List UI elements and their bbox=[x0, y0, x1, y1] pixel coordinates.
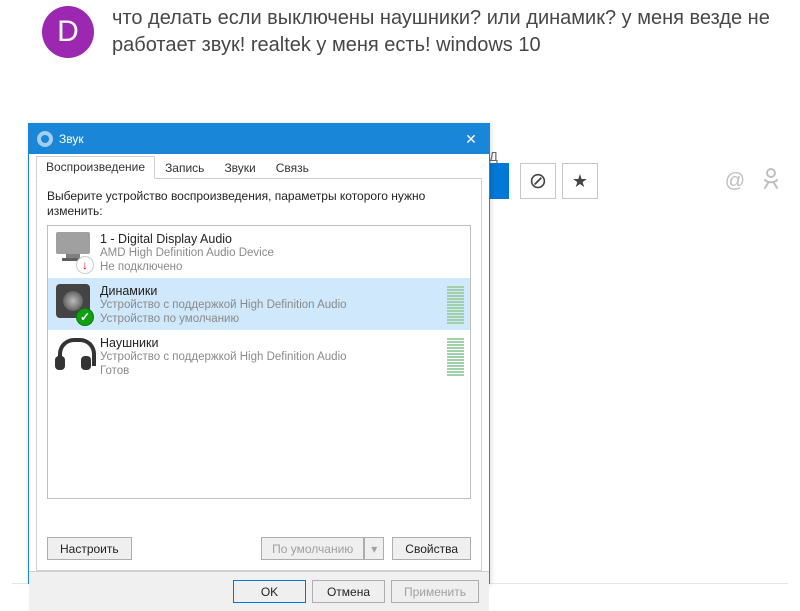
set-default-dropdown[interactable]: По умолчанию ▾ bbox=[261, 537, 384, 560]
star-button[interactable]: ★ bbox=[562, 163, 598, 199]
arrow-down-icon: ↓ bbox=[76, 256, 94, 274]
playback-panel: Выберите устройство воспроизведения, пар… bbox=[36, 179, 482, 571]
device-status: Устройство по умолчанию bbox=[100, 312, 447, 326]
tab-strip: Воспроизведение Запись Звуки Связь bbox=[36, 156, 482, 179]
tab-playback[interactable]: Воспроизведение bbox=[36, 156, 155, 179]
level-meter bbox=[447, 336, 464, 376]
avatar[interactable]: D bbox=[42, 6, 94, 58]
device-driver: Устройство с поддержкой High Definition … bbox=[100, 350, 447, 364]
dialog-title: Звук bbox=[59, 132, 453, 146]
partial-text: Д bbox=[489, 149, 498, 164]
sound-icon bbox=[37, 131, 53, 147]
titlebar[interactable]: Звук ✕ bbox=[29, 124, 489, 154]
device-item[interactable]: Наушники Устройство с поддержкой High De… bbox=[48, 330, 470, 382]
apply-button[interactable]: Применить bbox=[391, 580, 479, 603]
device-item[interactable]: ✓ Динамики Устройство с поддержкой High … bbox=[48, 278, 470, 330]
device-status: Готов bbox=[100, 364, 447, 378]
close-button[interactable]: ✕ bbox=[453, 124, 489, 154]
properties-button[interactable]: Свойства bbox=[392, 537, 471, 560]
tab-communications[interactable]: Связь bbox=[266, 157, 319, 179]
check-icon: ✓ bbox=[76, 308, 94, 326]
configure-button[interactable]: Настроить bbox=[47, 537, 132, 560]
device-driver: Устройство с поддержкой High Definition … bbox=[100, 298, 447, 312]
ok-button[interactable]: OK bbox=[233, 580, 306, 603]
level-meter bbox=[447, 284, 464, 324]
device-name: 1 - Digital Display Audio bbox=[100, 232, 464, 246]
dialog-footer: OK Отмена Применить bbox=[29, 571, 489, 611]
device-item[interactable]: ↓ 1 - Digital Display Audio AMD High Def… bbox=[48, 226, 470, 278]
tab-sounds[interactable]: Звуки bbox=[214, 157, 265, 179]
headphones-icon bbox=[54, 334, 92, 376]
device-name: Наушники bbox=[100, 336, 447, 350]
speaker-icon: ✓ bbox=[54, 282, 92, 324]
device-list[interactable]: ↓ 1 - Digital Display Audio AMD High Def… bbox=[47, 225, 471, 499]
mention-icon[interactable]: @ bbox=[725, 170, 745, 193]
partial-blue-button[interactable] bbox=[487, 163, 509, 199]
device-driver: AMD High Definition Audio Device bbox=[100, 246, 464, 260]
cancel-button[interactable]: Отмена bbox=[312, 580, 385, 603]
set-default-button[interactable]: По умолчанию bbox=[261, 537, 364, 560]
sound-dialog: Звук ✕ Воспроизведение Запись Звуки Связ… bbox=[28, 123, 490, 584]
device-name: Динамики bbox=[100, 284, 447, 298]
monitor-icon: ↓ bbox=[54, 230, 92, 272]
instruction-text: Выберите устройство воспроизведения, пар… bbox=[47, 189, 471, 219]
ok-social-icon[interactable] bbox=[762, 168, 780, 196]
question-text: что делать если выключены наушники? или … bbox=[112, 5, 780, 59]
tab-recording[interactable]: Запись bbox=[155, 157, 214, 179]
chevron-down-icon[interactable]: ▾ bbox=[364, 537, 384, 560]
ban-button[interactable]: ⊘ bbox=[520, 163, 556, 199]
device-status: Не подключено bbox=[100, 260, 464, 274]
